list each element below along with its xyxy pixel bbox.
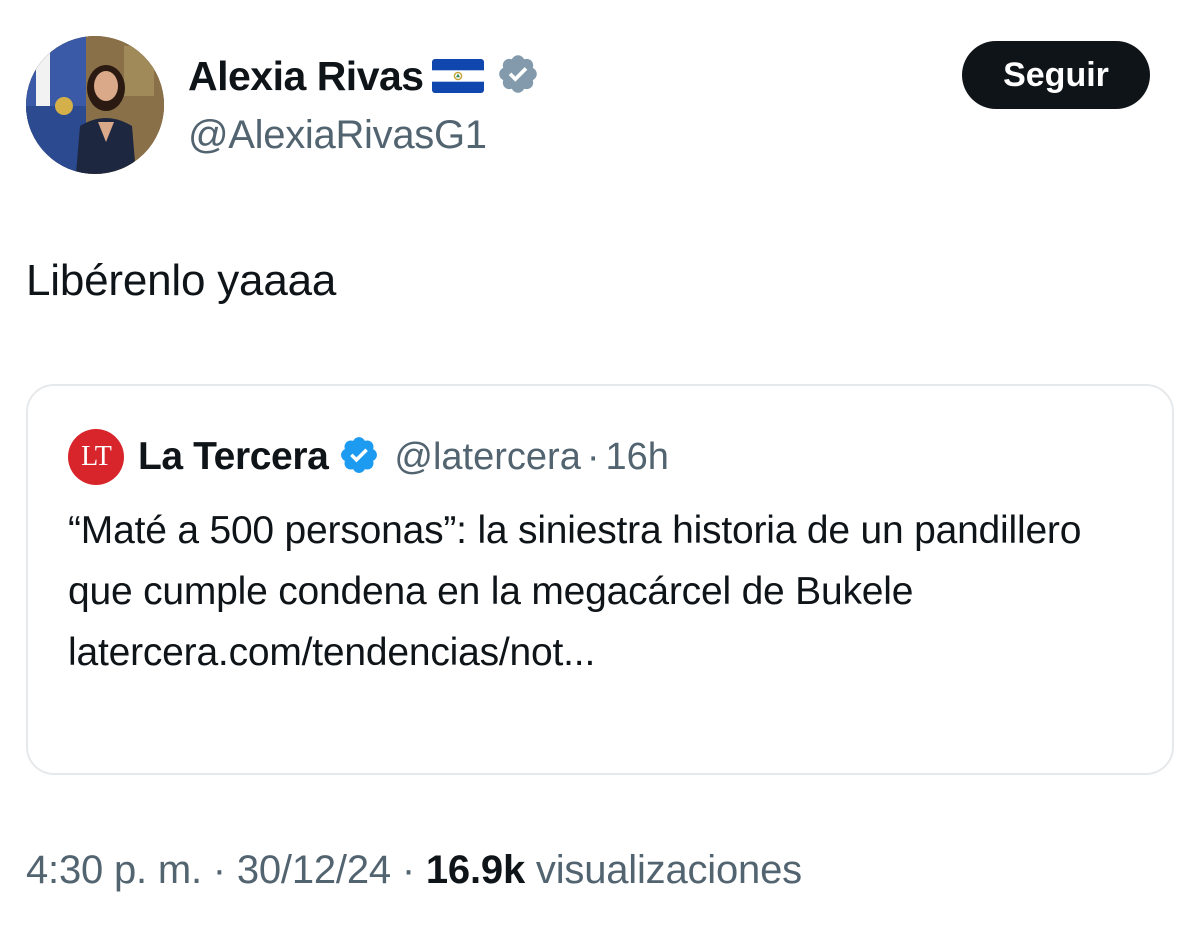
quoted-tweet-body: “Maté a 500 personas”: la siniestra hist… <box>68 500 1148 683</box>
verified-badge-icon[interactable] <box>484 52 540 101</box>
author-display-name[interactable]: Alexia Rivas <box>188 53 424 100</box>
meta-separator: · <box>390 848 426 892</box>
tweet-date[interactable]: 30/12/24 <box>237 848 391 892</box>
quoted-author-avatar[interactable]: LT <box>68 429 124 485</box>
author-avatar[interactable] <box>26 36 164 174</box>
el-salvador-flag-icon <box>431 59 484 93</box>
quoted-tweet[interactable]: LT La Tercera @latercera · 16h “Maté a 5… <box>26 384 1174 775</box>
author-name-row: Alexia Rivas <box>188 50 540 102</box>
follow-button[interactable]: Seguir <box>962 41 1150 109</box>
quoted-tweet-header: LT La Tercera @latercera · 16h <box>68 429 669 485</box>
author-handle[interactable]: @AlexiaRivasG1 <box>188 113 487 158</box>
tweet-meta: 4:30 p. m. · 30/12/24 · 16.9k visualizac… <box>26 848 802 893</box>
quoted-timestamp[interactable]: 16h <box>605 436 668 479</box>
tweet-text: Libérenlo yaaaa <box>26 256 337 305</box>
meta-separator: · <box>201 848 237 892</box>
quoted-author-handle[interactable]: @latercera <box>394 436 580 479</box>
quoted-tweet-link[interactable]: latercera.com/tendencias/not... <box>68 622 1148 683</box>
verified-badge-icon[interactable] <box>328 434 380 481</box>
quoted-tweet-text: “Maté a 500 personas”: la siniestra hist… <box>68 509 1082 613</box>
separator-dot: · <box>586 435 600 478</box>
views-label: visualizaciones <box>525 848 802 892</box>
tweet-card: Alexia Rivas @AlexiaRivasG1 Seguir Libér… <box>0 0 1200 935</box>
tweet-time[interactable]: 4:30 p. m. <box>26 848 202 892</box>
quoted-author-name[interactable]: La Tercera <box>138 435 329 479</box>
views-count[interactable]: 16.9k <box>426 848 525 892</box>
